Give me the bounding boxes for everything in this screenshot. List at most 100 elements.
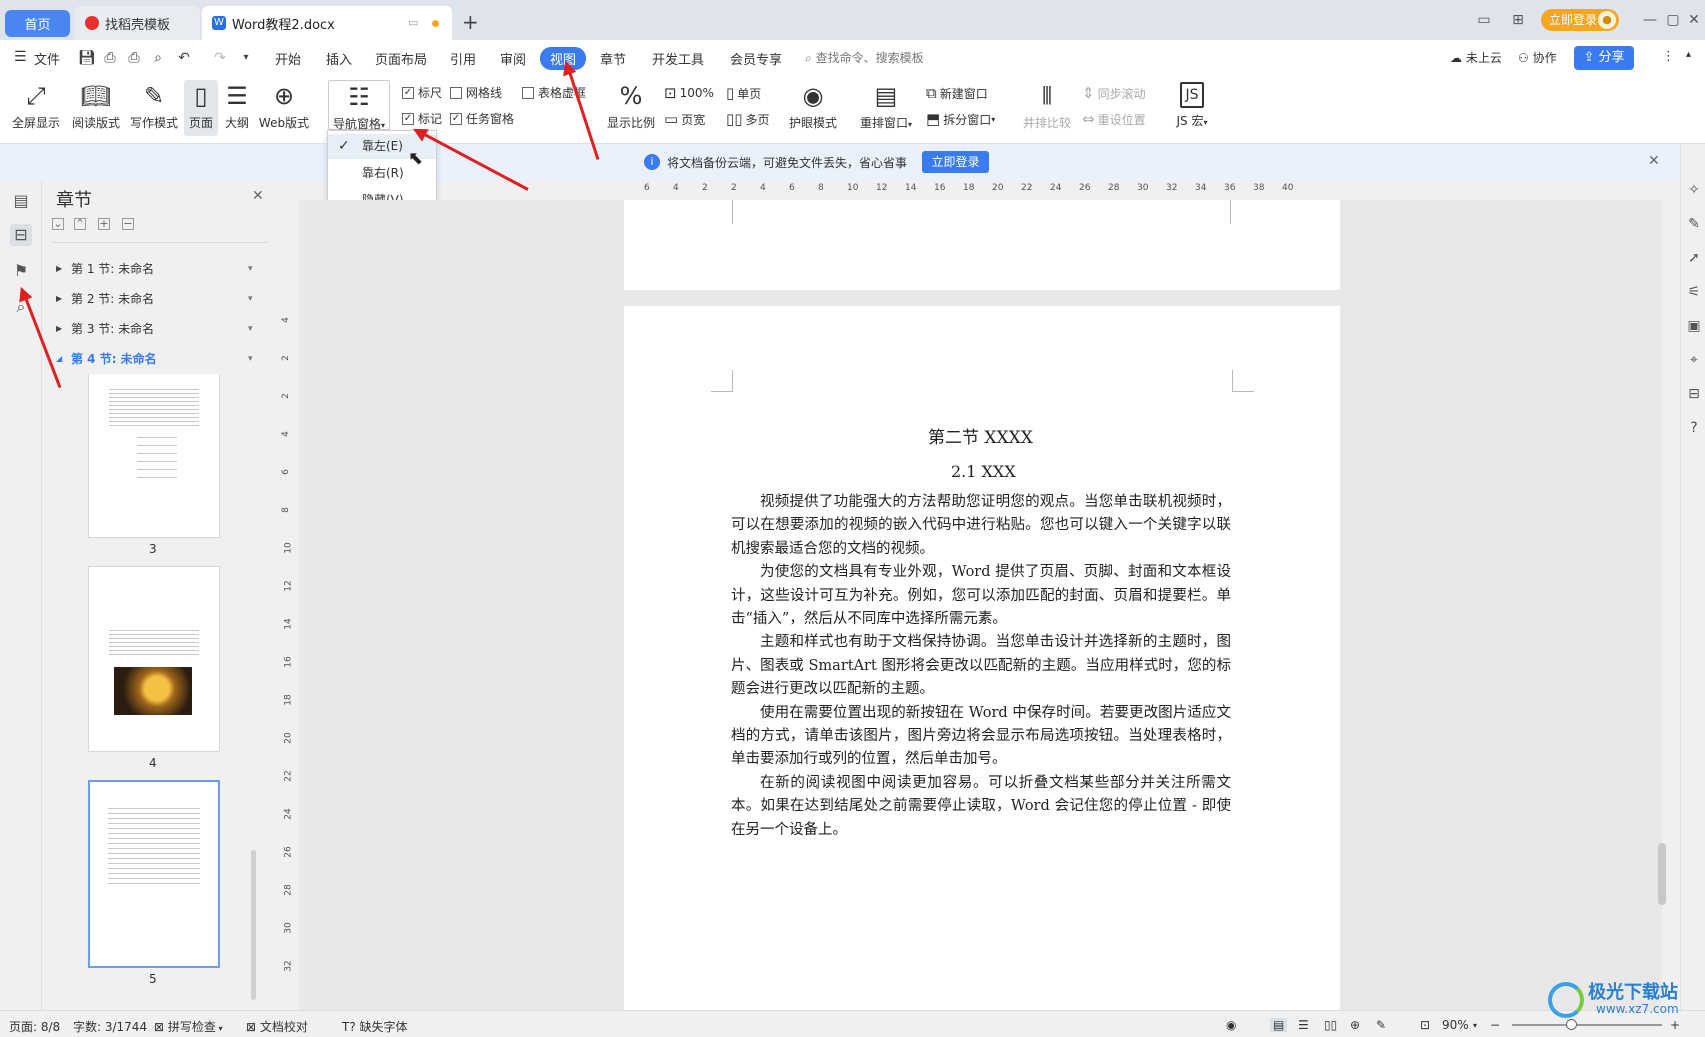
- menu-member[interactable]: 会员专享: [730, 49, 782, 68]
- book-read-icon[interactable]: ⊟: [1685, 386, 1703, 404]
- page-view-status-icon[interactable]: ▤: [1270, 1018, 1288, 1032]
- write-view-status-icon[interactable]: ✎: [1376, 1018, 1386, 1032]
- missing-font-button[interactable]: T? 缺失字体: [342, 1018, 408, 1035]
- doc-paragraph[interactable]: 主题和样式也有助于文档保持协调。当您单击设计并选择新的主题时，图片、图表或 Sm…: [731, 631, 1231, 701]
- section-4[interactable]: 第 4 节: 未命名: [71, 350, 157, 367]
- status-word-count[interactable]: 字数: 3/1744: [73, 1018, 147, 1035]
- section-4-menu-icon[interactable]: ▾: [248, 354, 253, 364]
- doc-paragraph[interactable]: 视频提供了功能强大的方法帮助您证明您的观点。当您单击联机视频时，可以在想要添加的…: [731, 491, 1231, 561]
- zoom-slider[interactable]: [1512, 1024, 1662, 1026]
- remove-section-icon[interactable]: −: [122, 218, 134, 230]
- share-button[interactable]: ⇪ 分享: [1574, 46, 1634, 70]
- marks-checkbox[interactable]: ✓ 标记: [402, 110, 442, 127]
- menu-start[interactable]: 开始: [275, 49, 301, 68]
- gridlines-checkbox[interactable]: 网格线: [450, 84, 502, 101]
- rearrange-window-button[interactable]: ▤ 重排窗口▾: [856, 82, 916, 131]
- section-1-menu-icon[interactable]: ▾: [248, 264, 253, 274]
- close-window-icon[interactable]: ✕: [1684, 10, 1704, 30]
- ruler-checkbox[interactable]: ✓ 标尺: [402, 84, 442, 101]
- new-tab-icon[interactable]: +: [462, 10, 479, 34]
- eye-protect-icon[interactable]: ◉: [1226, 1018, 1236, 1032]
- compare-button[interactable]: ⫴ 并排比较: [1020, 82, 1074, 131]
- bookmark-icon[interactable]: ⚑: [10, 260, 32, 282]
- more-options-icon[interactable]: ⋮: [1662, 49, 1675, 64]
- page-width-button[interactable]: ▭ 页宽: [664, 110, 705, 128]
- eye-care-button[interactable]: ◉ 护眼模式: [786, 82, 840, 131]
- doc-scrollbar[interactable]: [1658, 843, 1666, 905]
- login-button[interactable]: 立即登录 ●: [1541, 9, 1619, 31]
- section-3-menu-icon[interactable]: ▾: [248, 324, 253, 334]
- zoom-level[interactable]: 90%: [1442, 1018, 1469, 1032]
- zoom-out-icon[interactable]: −: [1490, 1018, 1500, 1032]
- add-section-icon[interactable]: +: [98, 218, 110, 230]
- section-1[interactable]: 第 1 节: 未命名: [71, 260, 154, 277]
- chapter-nav-icon[interactable]: ⊟: [10, 224, 32, 246]
- edit-pen-icon[interactable]: ✎: [1685, 216, 1703, 234]
- web-view-status-icon[interactable]: ⊕: [1350, 1018, 1360, 1032]
- sync-scroll-button[interactable]: ⇕ 同步滚动: [1082, 84, 1146, 102]
- horizontal-ruler[interactable]: 6 4 2 2 4 6 8 10 12 14 16 18 20 22 24 26 28 30 32 34 36 38 40: [624, 180, 1339, 200]
- menu-reference[interactable]: 引用: [450, 49, 476, 68]
- apps-grid-icon[interactable]: ⊞: [1508, 10, 1528, 30]
- vertical-ruler[interactable]: 4 2 2 4 6 8 10 12 14 16 18 20 22 24 26 28 30 32: [279, 200, 299, 1010]
- doc-heading[interactable]: 第二节 XXXX: [928, 423, 1033, 448]
- doc-paragraph[interactable]: 为使您的文档具有专业外观，Word 提供了页眉、页脚、封面和文本框设计，这些设计…: [731, 561, 1231, 631]
- maximize-icon[interactable]: ▢: [1663, 10, 1683, 30]
- tab-monitor-icon[interactable]: ▭: [408, 16, 418, 29]
- collab-button[interactable]: ⚇ 协作: [1518, 49, 1557, 66]
- menu-developer[interactable]: 开发工具: [652, 49, 704, 68]
- minimize-icon[interactable]: —: [1640, 10, 1660, 30]
- layout-toggle-icon[interactable]: ▭: [1474, 10, 1494, 30]
- zoom-button[interactable]: % 显示比例: [604, 82, 658, 131]
- section-2-expand-icon[interactable]: ▶: [56, 294, 62, 303]
- menu-layout[interactable]: 页面布局: [375, 49, 427, 68]
- section-3[interactable]: 第 3 节: 未命名: [71, 320, 154, 337]
- outline-button[interactable]: ☰ 大纲: [222, 82, 252, 131]
- command-search[interactable]: ⌕ 查找命令、搜索模板: [805, 49, 924, 66]
- zoom-100-button[interactable]: ⊡ 100%: [664, 84, 714, 102]
- js-macro-button[interactable]: JS JS 宏▾: [1170, 82, 1214, 129]
- expand-all-icon[interactable]: ⌄: [52, 218, 64, 230]
- menu-file[interactable]: 文件: [34, 49, 60, 68]
- doc-body[interactable]: 视频提供了功能强大的方法帮助您证明您的观点。当您单击联机视频时，可以在想要添加的…: [731, 491, 1231, 842]
- single-page-button[interactable]: ▯ 单页: [726, 84, 761, 102]
- doc-paragraph[interactable]: 使用在需要位置出现的新按钮在 Word 中保存时间。若要更改图片适应文档的方式，…: [731, 702, 1231, 772]
- write-mode-button[interactable]: ✎ 写作模式: [128, 82, 180, 131]
- help-icon[interactable]: ?: [1685, 420, 1703, 438]
- zoom-dropdown-icon[interactable]: ▾: [1473, 1021, 1477, 1030]
- search-input[interactable]: 查找命令、搜索模板: [816, 51, 924, 65]
- redo-icon[interactable]: ↷: [212, 50, 228, 66]
- doc-subheading[interactable]: 2.1 XXX: [951, 462, 1016, 481]
- reading-view-status-icon[interactable]: ▯▯: [1324, 1018, 1337, 1032]
- tab-document[interactable]: W Word教程2.docx ▭: [202, 6, 452, 40]
- new-window-button[interactable]: ⧉ 新建窗口: [926, 84, 988, 102]
- section-2-menu-icon[interactable]: ▾: [248, 294, 253, 304]
- collapse-all-icon[interactable]: ⌃: [74, 218, 86, 230]
- nav-scrollbar[interactable]: [251, 850, 256, 1000]
- read-mode-button[interactable]: 📖︎ 阅读版式: [70, 82, 122, 131]
- web-layout-button[interactable]: ⊕ Web版式: [256, 82, 312, 131]
- print-preview-icon[interactable]: ⌕: [150, 50, 166, 66]
- outline-view-status-icon[interactable]: ☰: [1298, 1018, 1309, 1032]
- proofread-button[interactable]: ⊠ 文档校对: [246, 1018, 308, 1035]
- page-thumbnail-5[interactable]: [88, 780, 220, 968]
- section-2[interactable]: 第 2 节: 未命名: [71, 290, 154, 307]
- print-icon[interactable]: ⎙: [126, 50, 142, 66]
- info-close-icon[interactable]: ✕: [1648, 153, 1660, 169]
- reset-position-button[interactable]: ⇔ 重设位置: [1082, 110, 1146, 128]
- tab-template[interactable]: 找稻壳模板: [75, 6, 200, 40]
- image-icon[interactable]: ▣: [1685, 318, 1703, 336]
- task-pane-checkbox[interactable]: ✓ 任务窗格: [450, 110, 514, 127]
- section-4-collapse-icon[interactable]: ◢: [56, 354, 62, 363]
- hamburger-icon[interactable]: ☰: [14, 49, 27, 65]
- multi-page-button[interactable]: ▯▯ 多页: [726, 110, 770, 128]
- quick-access-more-icon[interactable]: ▾: [238, 50, 254, 66]
- undo-icon[interactable]: ↶: [176, 50, 192, 66]
- collapse-ribbon-icon[interactable]: ▴: [1686, 49, 1691, 60]
- nav-pane-button[interactable]: ☷ 导航窗格▾: [328, 80, 390, 131]
- split-window-button[interactable]: ⬒ 拆分窗口 ▾: [926, 110, 995, 128]
- fit-page-icon[interactable]: ⊡: [1420, 1018, 1430, 1032]
- nav-pane-close-icon[interactable]: ✕: [252, 188, 264, 204]
- menu-insert[interactable]: 插入: [326, 49, 352, 68]
- location-icon[interactable]: ⌖: [1685, 352, 1703, 370]
